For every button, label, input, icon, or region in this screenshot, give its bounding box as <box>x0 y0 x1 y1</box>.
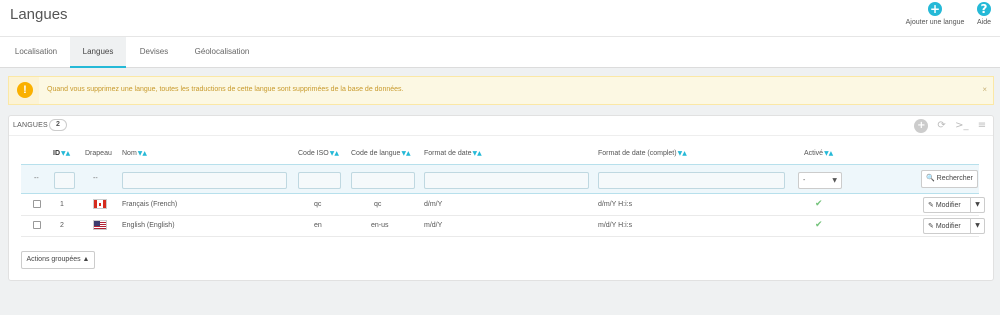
check-icon[interactable]: ✔ <box>815 220 823 230</box>
canada-flag-icon <box>93 199 107 209</box>
row-checkbox[interactable] <box>33 200 41 208</box>
filter-flag-placeholder: -- <box>93 175 98 182</box>
sort-icon[interactable]: ▼▲ <box>472 150 481 157</box>
alert-icon-bar: ! <box>9 77 39 104</box>
cell-lang-code: qc <box>374 201 382 208</box>
column-header-date-format[interactable]: Format de date▼▲ <box>424 150 482 157</box>
filter-id-input[interactable] <box>54 172 75 189</box>
add-language-label: Ajouter une langue <box>905 19 965 26</box>
page-header: Langues + Ajouter une langue ? Aide <box>0 0 1000 36</box>
filter-placeholder: -- <box>34 175 39 182</box>
filter-lang-code-input[interactable] <box>351 172 415 189</box>
database-icon[interactable]: ≡ <box>975 119 989 133</box>
close-icon[interactable]: × <box>982 85 987 94</box>
filter-name-input[interactable] <box>122 172 287 189</box>
sql-query-icon[interactable]: >_ <box>955 119 969 133</box>
alert-message: Quand vous supprimez une langue, toutes … <box>47 86 404 93</box>
panel-actions: + ⟳ >_ ≡ <box>910 119 989 133</box>
add-new-icon[interactable]: + <box>914 119 929 133</box>
bulk-actions-button[interactable]: Actions groupées ▲ <box>21 251 95 269</box>
cell-name: English (English) <box>122 222 175 229</box>
cell-id: 2 <box>60 222 64 229</box>
column-header-active[interactable]: Activé▼▲ <box>804 150 833 157</box>
cell-id: 1 <box>60 201 64 208</box>
column-header-id[interactable]: ID▼▲ <box>53 150 70 157</box>
help-label: Aide <box>976 19 991 26</box>
search-button[interactable]: 🔍 Rechercher <box>921 170 978 188</box>
column-header-iso[interactable]: Code ISO▼▲ <box>298 150 339 157</box>
caret-down-icon[interactable]: ▼ <box>970 198 984 212</box>
table-row[interactable]: 2 English (English) en en-us m/d/Y m/d/Y… <box>21 216 985 237</box>
column-header-lang-code[interactable]: Code de langue▼▲ <box>351 150 411 157</box>
cell-date-format-full: d/m/Y H:i:s <box>598 201 633 208</box>
sort-icon[interactable]: ▼▲ <box>330 150 339 157</box>
sort-icon[interactable]: ▼▲ <box>61 150 70 157</box>
tab-bar: Localisation Langues Devises Géolocalisa… <box>0 36 1000 68</box>
edit-button[interactable]: ✎ Modifier ▼ <box>923 218 985 234</box>
usa-flag-icon <box>93 220 107 230</box>
column-header-date-format-full[interactable]: Format de date (complet)▼▲ <box>598 150 687 157</box>
caret-down-icon: ▼ <box>832 177 837 184</box>
column-header-flag: Drapeau <box>85 150 112 157</box>
add-language-button[interactable]: + Ajouter une langue <box>900 2 970 26</box>
edit-button[interactable]: ✎ Modifier ▼ <box>923 197 985 213</box>
search-icon: 🔍 <box>926 175 935 182</box>
filter-date-format-input[interactable] <box>424 172 589 189</box>
warning-icon: ! <box>17 82 33 98</box>
cell-date-format: m/d/Y <box>424 222 443 229</box>
cell-date-format: d/m/Y <box>424 201 443 208</box>
tab-langues[interactable]: Langues <box>70 37 126 68</box>
pencil-icon: ✎ <box>928 223 934 230</box>
sort-icon[interactable]: ▼▲ <box>138 150 147 157</box>
cell-name: Français (French) <box>122 201 178 208</box>
cell-iso: en <box>314 222 322 229</box>
pencil-icon: ✎ <box>928 202 934 209</box>
refresh-icon[interactable]: ⟳ <box>935 119 949 133</box>
languages-panel: LANGUES 2 + ⟳ >_ ≡ ID▼▲ Drapeau Nom▼▲ Co… <box>8 115 994 281</box>
tab-geolocalisation[interactable]: Géolocalisation <box>186 37 258 68</box>
cell-date-format-full: m/d/Y H:i:s <box>598 222 633 229</box>
tab-localisation[interactable]: Localisation <box>10 37 62 68</box>
warning-alert: ! Quand vous supprimez une langue, toute… <box>8 76 994 105</box>
filter-iso-input[interactable] <box>298 172 341 189</box>
tab-devises[interactable]: Devises <box>131 37 177 68</box>
cell-lang-code: en-us <box>371 222 389 229</box>
panel-header: LANGUES 2 + ⟳ >_ ≡ <box>9 116 993 136</box>
sort-icon[interactable]: ▼▲ <box>678 150 687 157</box>
sort-icon[interactable]: ▼▲ <box>824 150 833 157</box>
count-badge: 2 <box>49 119 67 131</box>
page-title: Langues <box>10 6 68 23</box>
filter-active-select[interactable]: - ▼ <box>798 172 842 189</box>
plus-circle-icon: + <box>928 2 942 16</box>
table-row[interactable]: 1 Français (French) qc qc d/m/Y d/m/Y H:… <box>21 195 985 216</box>
filter-row: -- -- - ▼ 🔍 Rechercher <box>21 164 979 194</box>
panel-title: LANGUES <box>13 122 48 129</box>
sort-icon[interactable]: ▼▲ <box>401 150 410 157</box>
filter-date-format-full-input[interactable] <box>598 172 785 189</box>
cell-iso: qc <box>314 201 322 208</box>
caret-down-icon[interactable]: ▼ <box>970 219 984 233</box>
column-header-name[interactable]: Nom▼▲ <box>122 150 147 157</box>
check-icon[interactable]: ✔ <box>815 199 823 209</box>
question-circle-icon: ? <box>977 2 991 16</box>
help-button[interactable]: ? Aide <box>972 2 996 26</box>
row-checkbox[interactable] <box>33 221 41 229</box>
